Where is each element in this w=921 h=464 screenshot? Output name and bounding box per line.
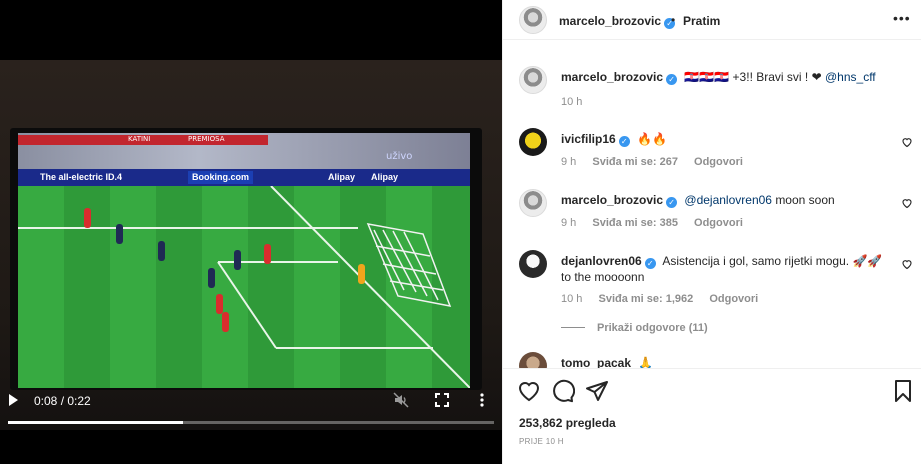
player-navy [116, 224, 123, 244]
goalkeeper [358, 264, 365, 284]
username-text[interactable]: marcelo_brozovic [561, 70, 663, 84]
fullscreen-icon[interactable] [434, 392, 450, 408]
header-username[interactable]: marcelo_brozovic ✓ [559, 14, 676, 29]
video-progress-bar[interactable] [8, 421, 494, 424]
video-player[interactable]: KATINI PREMIOSA uživo The all-electric I… [0, 0, 502, 464]
comment-username[interactable]: marcelo_brozovic ✓ [561, 193, 678, 208]
stadium-stands: KATINI PREMIOSA uživo [18, 133, 470, 171]
comment-time: 10 h [561, 293, 583, 305]
views-count[interactable]: 253,862 pregleda [519, 416, 616, 430]
following-button[interactable]: Pratim [683, 14, 720, 28]
football-pitch [18, 185, 470, 388]
mention-link[interactable]: @dejanlovren06 [684, 193, 772, 207]
ad-booking: Booking.com [188, 171, 254, 184]
player-red [222, 312, 229, 332]
likes-count[interactable]: Sviđa mi se: 267 [592, 156, 678, 168]
verified-icon: ✓ [618, 136, 630, 147]
player-red [216, 294, 223, 314]
save-icon[interactable] [891, 379, 915, 403]
username-text[interactable]: ivicfilip16 [561, 132, 616, 146]
video-more-icon[interactable] [474, 392, 490, 408]
verified-icon: ✓ [666, 197, 678, 208]
username-text[interactable]: marcelo_brozovic [561, 193, 663, 207]
player-navy [234, 250, 241, 270]
avatar[interactable] [519, 189, 547, 217]
avatar[interactable] [519, 128, 547, 156]
ad-alipay-2: Alipay [371, 172, 399, 182]
comment-time: 9 h [561, 156, 577, 168]
verified-icon: ✓ [644, 258, 656, 269]
separator-dot: • [671, 13, 676, 27]
comment-time: 9 h [561, 217, 577, 229]
likes-count[interactable]: Sviđa mi se: 1,962 [598, 293, 693, 305]
replies-divider [561, 327, 585, 328]
player-red [84, 208, 91, 228]
video-controls: 0:08 / 0:22 [0, 384, 502, 424]
video-frame: KATINI PREMIOSA uživo The all-electric I… [18, 133, 470, 388]
username-text[interactable]: marcelo_brozovic [559, 14, 661, 28]
video-time: 0:08 / 0:22 [34, 394, 91, 408]
avatar[interactable] [519, 250, 547, 278]
comment-body: moon soon [775, 193, 835, 207]
comment-meta: 10 h Sviđa mi se: 1,962 Odgovori [561, 293, 771, 305]
comment-text: ivicfilip16 ✓ 🔥🔥 [561, 131, 891, 147]
comment-meta: 9 h Sviđa mi se: 267 Odgovori [561, 156, 756, 168]
post-panel: marcelo_brozovic ✓ • Pratim ••• marcelo_b… [502, 0, 921, 464]
mention-link[interactable]: @hns_cff [825, 70, 876, 84]
reply-button[interactable]: Odgovori [694, 156, 743, 168]
post-actions: 253,862 pregleda PRIJE 10 H [503, 368, 921, 464]
heart-icon[interactable] [901, 136, 913, 148]
caption-text: marcelo_brozovic ✓ 🇭🇷🇭🇷🇭🇷 +3!! Bravi svi … [561, 69, 891, 85]
view-replies-button[interactable]: Prikaži odgovore (11) [561, 322, 708, 334]
caption-body: 🇭🇷🇭🇷🇭🇷 +3!! Bravi svi ! ❤ [684, 70, 822, 84]
comment-body: 🔥🔥 [637, 132, 667, 146]
avatar[interactable] [519, 66, 547, 94]
ad-vw: The all-electric ID.4 [40, 172, 123, 182]
stand-text-1: KATINI [128, 135, 151, 143]
video-progress-fill [8, 421, 183, 424]
channel-logo: uživo [386, 151, 413, 162]
caption-meta: 10 h [561, 96, 595, 108]
caption-username[interactable]: marcelo_brozovic ✓ [561, 70, 678, 85]
heart-icon[interactable] [901, 197, 913, 209]
share-icon[interactable] [585, 379, 609, 403]
likes-count[interactable]: Sviđa mi se: 385 [592, 217, 678, 229]
ad-alipay-1: Alipay [328, 172, 356, 182]
comment-meta: 9 h Sviđa mi se: 385 Odgovori [561, 217, 756, 229]
post-header: marcelo_brozovic ✓ • Pratim ••• [503, 0, 921, 40]
comment-text: dejanlovren06 ✓ Asistencija i gol, samo r… [561, 253, 891, 285]
muted-icon[interactable] [393, 392, 409, 408]
player-red [264, 244, 271, 264]
comment-icon[interactable] [551, 379, 575, 403]
view-replies-label[interactable]: Prikaži odgovore (11) [597, 322, 708, 334]
caption-time: 10 h [561, 96, 583, 108]
heart-icon[interactable] [901, 258, 913, 270]
post-time[interactable]: PRIJE 10 H [519, 437, 564, 446]
player-navy [158, 241, 165, 261]
reply-button[interactable]: Odgovori [709, 293, 758, 305]
avatar[interactable] [519, 6, 547, 34]
more-options-icon[interactable]: ••• [893, 10, 911, 26]
comment-username[interactable]: dejanlovren06 ✓ [561, 254, 656, 269]
verified-icon: ✓ [666, 74, 678, 85]
username-text[interactable]: dejanlovren06 [561, 254, 642, 268]
like-icon[interactable] [517, 379, 541, 403]
reply-button[interactable]: Odgovori [694, 217, 743, 229]
play-icon[interactable] [9, 394, 18, 406]
player-navy [208, 268, 215, 288]
comment-username[interactable]: ivicfilip16 ✓ [561, 132, 630, 147]
comment-text: marcelo_brozovic ✓ @dejanlovren06 moon so… [561, 192, 891, 208]
stand-text-2: PREMIOSA [188, 135, 225, 143]
